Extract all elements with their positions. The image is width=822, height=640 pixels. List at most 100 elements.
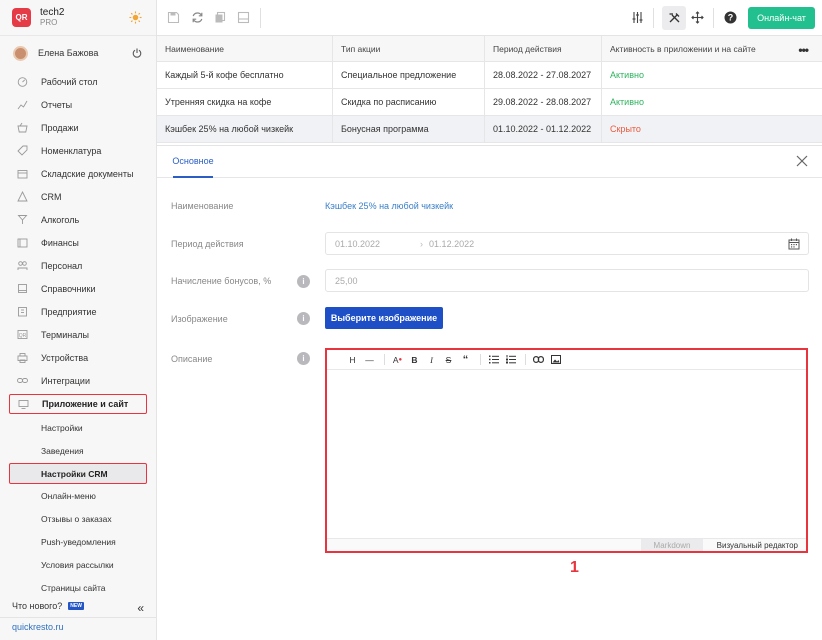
sidebar-nav: Рабочий стол Отчеты Продажи Номенклатура Скл… bbox=[0, 70, 156, 392]
crm-icon bbox=[17, 191, 28, 202]
info-icon[interactable]: i bbox=[297, 275, 310, 288]
sidebar-item[interactable]: Номенклатура bbox=[0, 139, 156, 162]
divider bbox=[0, 617, 156, 618]
archive-icon[interactable] bbox=[237, 11, 250, 24]
refresh-icon[interactable] bbox=[191, 11, 204, 24]
filter-sliders-icon[interactable] bbox=[631, 11, 644, 24]
editor-toolbar: H — A ● B I S “ bbox=[327, 350, 806, 370]
copy-icon[interactable] bbox=[214, 11, 227, 24]
cell-status: Активно bbox=[610, 97, 644, 107]
sidebar-subitem[interactable]: Push-уведомления bbox=[0, 530, 156, 553]
text-color-button[interactable]: A ● bbox=[390, 353, 405, 367]
cell-name: Кэшбек 25% на любой чизкейк bbox=[157, 116, 333, 142]
theme-sun-icon[interactable] bbox=[129, 11, 142, 24]
link-icon bbox=[533, 356, 544, 363]
sidebar-item-label: Терминалы bbox=[41, 329, 89, 340]
tag-icon bbox=[17, 145, 28, 156]
power-icon[interactable] bbox=[132, 48, 142, 58]
quote-button[interactable]: “ bbox=[458, 353, 473, 367]
cell-period: 28.08.2022 - 27.08.2027 bbox=[485, 62, 602, 88]
tab-main[interactable]: Основное bbox=[172, 146, 214, 178]
sidebar-item[interactable]: QR Терминалы bbox=[0, 323, 156, 346]
sidebar-item-label: Алкоголь bbox=[41, 214, 80, 225]
sidebar-item-label: Рабочий стол bbox=[41, 76, 98, 87]
reports-icon bbox=[17, 100, 28, 110]
name-value[interactable]: Кэшбек 25% на любой чизкейк bbox=[325, 201, 453, 211]
sidebar-item[interactable]: Рабочий стол bbox=[0, 70, 156, 93]
calendar-icon[interactable] bbox=[788, 238, 800, 250]
insert-image-button[interactable] bbox=[548, 353, 563, 367]
info-icon[interactable]: i bbox=[297, 312, 310, 325]
visual-mode-tab[interactable]: Визуальный редактор bbox=[717, 539, 798, 551]
heading-button[interactable]: H bbox=[345, 353, 360, 367]
table-row-selected[interactable]: Кэшбек 25% на любой чизкейк Бонусная про… bbox=[157, 116, 822, 143]
sidebar-item[interactable]: CRM bbox=[0, 185, 156, 208]
info-icon[interactable]: i bbox=[297, 352, 310, 365]
period-from[interactable]: 01.10.2022 bbox=[335, 239, 380, 249]
site-link[interactable]: quickresto.ru bbox=[12, 622, 64, 632]
sidebar-item[interactable]: Складские документы bbox=[0, 162, 156, 185]
online-chat-button[interactable]: Онлайн-чат bbox=[748, 7, 815, 29]
sidebar-item[interactable]: Справочники bbox=[0, 277, 156, 300]
column-header-type[interactable]: Тип акции bbox=[333, 36, 485, 61]
brand-header[interactable]: QR tech2 PRO bbox=[0, 0, 156, 36]
sidebar-item[interactable]: Интеграции bbox=[0, 369, 156, 392]
sidebar-item-app-and-site[interactable]: Приложение и сайт bbox=[9, 394, 147, 414]
sidebar-subnav: Настройки Заведения Настройки CRM Онлайн-ме… bbox=[0, 416, 156, 599]
brand-logo: QR bbox=[12, 8, 31, 27]
table-row[interactable]: Утренняя скидка на кофе Скидка по распис… bbox=[157, 89, 822, 116]
sidebar-item[interactable]: Алкоголь bbox=[0, 208, 156, 231]
sidebar-subitem[interactable]: Настройки bbox=[0, 416, 156, 439]
bold-button[interactable]: B bbox=[407, 353, 422, 367]
user-profile[interactable]: Елена Бажова bbox=[0, 36, 156, 70]
sidebar-item-label: Отчеты bbox=[41, 99, 73, 110]
column-header-activity[interactable]: Активность в приложении и на сайте ••• bbox=[602, 36, 822, 61]
sidebar-subitem-crm-settings[interactable]: Настройки CRM bbox=[9, 463, 147, 484]
sidebar-subitem[interactable]: Заведения bbox=[0, 439, 156, 462]
whats-new-link[interactable]: Что нового? NEW bbox=[12, 601, 84, 611]
sidebar-item[interactable]: Устройства bbox=[0, 346, 156, 369]
bullet-list-button[interactable] bbox=[486, 353, 501, 367]
move-icon[interactable] bbox=[691, 11, 704, 24]
sidebar-subitem[interactable]: Страницы сайта bbox=[0, 576, 156, 599]
horizontal-rule-button[interactable]: — bbox=[362, 353, 377, 367]
help-icon[interactable]: ? bbox=[724, 11, 737, 24]
sidebar-item[interactable]: Персонал bbox=[0, 254, 156, 277]
sidebar-subitem[interactable]: Условия рассылки bbox=[0, 553, 156, 576]
insert-link-button[interactable] bbox=[531, 353, 546, 367]
more-options-icon[interactable]: ••• bbox=[798, 43, 809, 57]
table-header-row: Наименование Тип акции Период действия А… bbox=[157, 36, 822, 62]
period-field[interactable]: 01.10.2022 › 01.12.2022 bbox=[325, 232, 809, 255]
wallet-icon bbox=[17, 238, 28, 248]
ordered-list-button[interactable] bbox=[503, 353, 518, 367]
sidebar-subitem[interactable]: Онлайн-меню bbox=[0, 484, 156, 507]
cell-type: Бонусная программа bbox=[333, 116, 485, 142]
sidebar-item[interactable]: Предприятие bbox=[0, 300, 156, 323]
cell-name: Утренняя скидка на кофе bbox=[157, 89, 333, 115]
sidebar-item-label: Устройства bbox=[41, 352, 89, 363]
column-header-name[interactable]: Наименование bbox=[157, 36, 333, 61]
column-header-period[interactable]: Период действия bbox=[485, 36, 602, 61]
markdown-mode-tab[interactable]: Markdown bbox=[641, 539, 703, 551]
close-icon[interactable] bbox=[796, 155, 808, 167]
sidebar-subitem[interactable]: Отзывы о заказах bbox=[0, 507, 156, 530]
italic-button[interactable]: I bbox=[424, 353, 439, 367]
people-icon bbox=[17, 261, 28, 270]
brand-plan: PRO bbox=[40, 17, 58, 27]
box-icon bbox=[17, 170, 28, 179]
sidebar-item-label: Номенклатура bbox=[41, 145, 102, 156]
bonus-input[interactable]: 25,00 bbox=[325, 269, 809, 292]
sidebar-item[interactable]: Финансы bbox=[0, 231, 156, 254]
image-label: Изображение bbox=[171, 314, 228, 324]
collapse-sidebar-icon[interactable]: « bbox=[137, 601, 144, 615]
link-icon bbox=[17, 378, 28, 383]
sidebar-item[interactable]: Продажи bbox=[0, 116, 156, 139]
choose-image-button[interactable]: Выберите изображение bbox=[325, 307, 443, 329]
new-badge: NEW bbox=[68, 602, 84, 610]
save-icon[interactable] bbox=[167, 11, 180, 24]
table-row[interactable]: Каждый 5-й кофе бесплатно Специальное пр… bbox=[157, 62, 822, 89]
description-editor[interactable]: H — A ● B I S “ Markdown Визуальный реда… bbox=[325, 348, 808, 553]
strikethrough-button[interactable]: S bbox=[441, 353, 456, 367]
sidebar-item[interactable]: Отчеты bbox=[0, 93, 156, 116]
period-to[interactable]: 01.12.2022 bbox=[429, 239, 474, 249]
